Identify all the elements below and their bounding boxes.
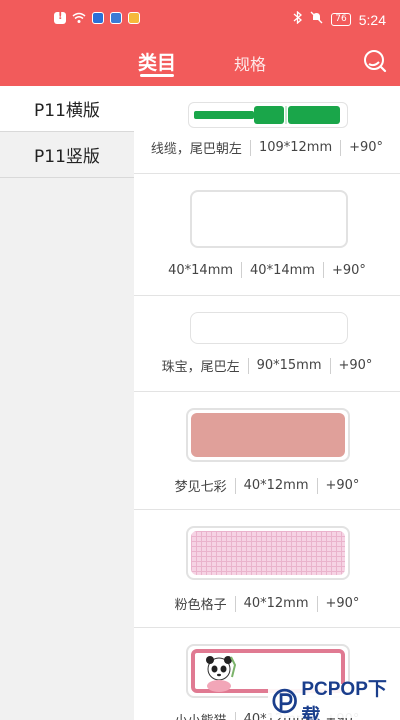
active-tab-indicator bbox=[140, 74, 174, 77]
template-caption: 粉色格子 40*12mm +90° bbox=[134, 594, 400, 613]
status-icons-left bbox=[54, 11, 140, 24]
tab-spec[interactable]: 规格 bbox=[234, 51, 266, 75]
template-caption: 珠宝，尾巴左 90*15mm +90° bbox=[134, 356, 400, 375]
app-notification-icon bbox=[92, 12, 104, 24]
template-name: 粉色格子 bbox=[174, 598, 227, 613]
template-thumbnail bbox=[186, 526, 350, 580]
template-name: 梦见七彩 bbox=[174, 480, 227, 495]
alert-icon bbox=[54, 11, 66, 24]
template-rotation: +90° bbox=[325, 596, 360, 611]
bluetooth-icon bbox=[293, 10, 303, 28]
template-card[interactable]: 线缆，尾巴朝左 109*12mm +90° bbox=[134, 86, 400, 174]
template-thumbnail bbox=[190, 190, 348, 248]
template-caption: 梦见七彩 40*12mm +90° bbox=[134, 476, 400, 495]
app-header: 76 5:24 类目 规格 bbox=[0, 0, 400, 86]
template-list: 线缆，尾巴朝左 109*12mm +90° 40*14mm 40*14mm +9… bbox=[134, 86, 400, 720]
rose-fill bbox=[191, 413, 345, 457]
app-notification-icon bbox=[128, 12, 140, 24]
mute-bell-icon bbox=[310, 11, 323, 28]
top-tabs: 类目 规格 bbox=[0, 48, 400, 77]
site-watermark: PCPOP下载 bbox=[268, 679, 396, 720]
pcpop-logo-icon bbox=[272, 688, 297, 714]
template-size: 40*12mm bbox=[243, 596, 309, 611]
template-rotation: +90° bbox=[325, 478, 360, 493]
wifi-icon bbox=[72, 12, 86, 24]
template-card[interactable]: 梦见七彩 40*12mm +90° bbox=[134, 392, 400, 510]
template-card[interactable]: 粉色格子 40*12mm +90° bbox=[134, 510, 400, 628]
template-caption: 线缆，尾巴朝左 109*12mm +90° bbox=[134, 138, 400, 157]
status-icons-right: 76 5:24 bbox=[293, 10, 386, 28]
battery-indicator: 76 bbox=[331, 13, 351, 26]
template-name: 小小熊猫 bbox=[175, 710, 227, 720]
template-card[interactable]: 珠宝，尾巴左 90*15mm +90° bbox=[134, 296, 400, 392]
search-icon[interactable] bbox=[362, 48, 388, 74]
clock: 5:24 bbox=[358, 11, 386, 28]
template-rotation: +90° bbox=[331, 262, 366, 278]
template-rotation: +90° bbox=[338, 358, 373, 373]
template-size: 109*12mm bbox=[258, 140, 333, 155]
template-size: 90*15mm bbox=[256, 358, 322, 373]
app-notification-icon bbox=[110, 12, 122, 24]
tab-category[interactable]: 类目 bbox=[138, 48, 176, 75]
template-name: 珠宝，尾巴左 bbox=[161, 360, 240, 375]
template-card[interactable]: 40*14mm 40*14mm +90° bbox=[134, 174, 400, 296]
sidebar-item-p11-landscape[interactable]: P11横版 bbox=[0, 86, 134, 132]
sidebar-item-label: P11横版 bbox=[34, 101, 100, 121]
template-thumbnail bbox=[188, 102, 348, 128]
template-size: 40*14mm bbox=[250, 262, 315, 278]
sidebar-item-label: P11竖版 bbox=[34, 147, 100, 167]
template-rotation: +90° bbox=[349, 140, 384, 155]
status-bar: 76 5:24 bbox=[0, 0, 400, 38]
template-name: 40*14mm bbox=[168, 262, 234, 278]
template-thumbnail bbox=[190, 312, 348, 344]
template-size: 40*12mm bbox=[243, 478, 309, 493]
template-caption: 40*14mm 40*14mm +90° bbox=[134, 262, 400, 278]
category-sidebar: P11横版 P11竖版 bbox=[0, 86, 134, 720]
template-name: 线缆，尾巴朝左 bbox=[150, 142, 242, 157]
watermark-text: PCPOP下载 bbox=[301, 679, 387, 720]
template-thumbnail bbox=[186, 408, 350, 462]
pink-grid-fill bbox=[191, 531, 345, 575]
sidebar-item-p11-portrait[interactable]: P11竖版 bbox=[0, 132, 134, 178]
panda-icon bbox=[206, 656, 237, 692]
